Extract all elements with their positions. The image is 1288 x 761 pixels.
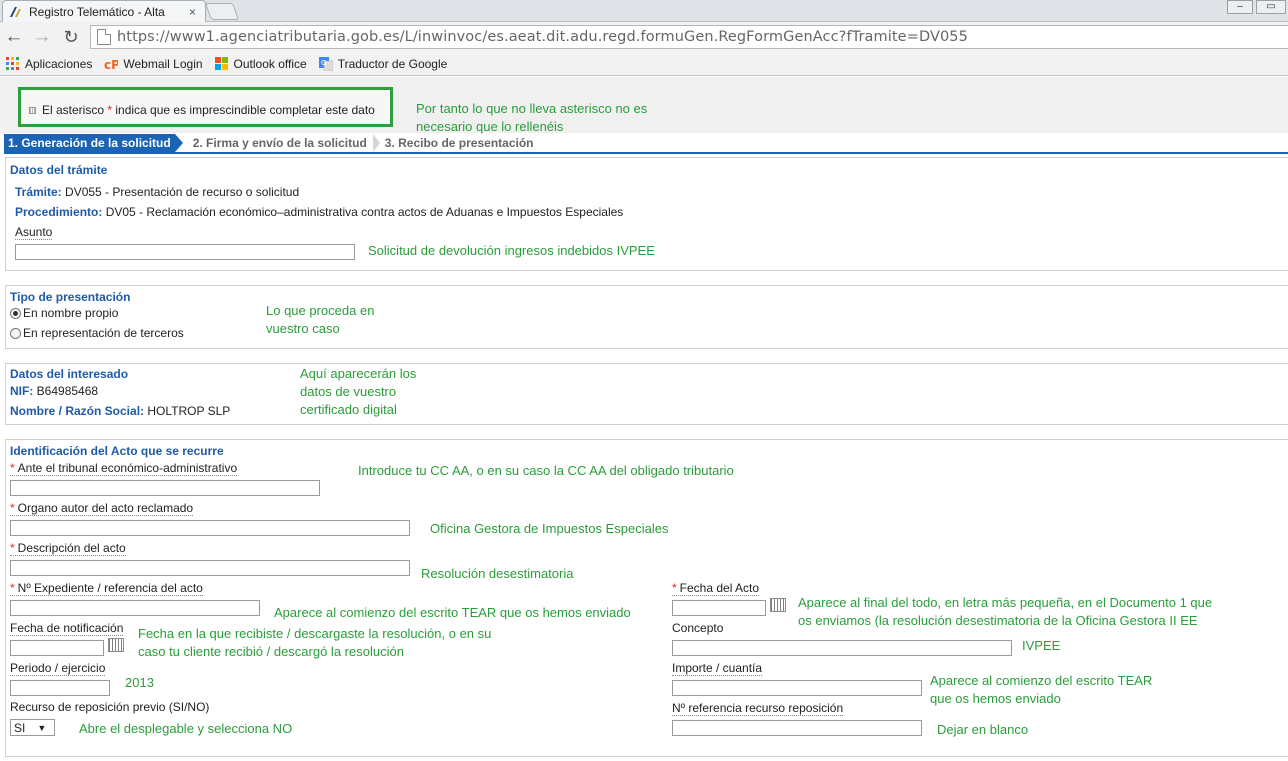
nombre-row: Nombre / Razón Social: HOLTROP SLP [10,404,231,418]
url-input[interactable]: https://www1.agenciatributaria.gob.es/L/… [90,25,1288,49]
bookmark-aplicaciones[interactable]: Aplicaciones [6,56,92,71]
annotation-fecha-acto-1: Aparece al final del todo, en letra más … [798,595,1213,610]
agencia-tributaria-favicon-icon [10,6,21,17]
bookmark-traductor-google[interactable]: G Traductor de Google [318,56,447,71]
step-generacion: 1. Generación de la solicitud [4,134,183,152]
annotation-organo: Oficina Gestora de Impuestos Especiales [430,521,669,536]
required-notice-highlight: El asterisco * indica que es imprescindi… [18,87,393,127]
annotation-tipo-1: Lo que proceda en [266,303,375,318]
referencia-label: Nº referencia recurso reposición [672,701,844,716]
bookmarks-bar: Aplicaciones cP Webmail Login Outlook of… [0,52,1288,76]
annotation-periodo: 2013 [125,675,154,690]
url-text: https://www1.agenciatributaria.gob.es/L/… [117,29,968,45]
concepto-input[interactable] [672,640,1012,656]
radio-checked-icon[interactable] [10,307,21,319]
notificacion-label: Fecha de notificación [10,621,124,636]
dropdown-arrow-icon: ▼ [37,722,47,733]
annotation-concepto: IVPEE [1022,638,1061,653]
restore-icon[interactable]: ▭ [1256,0,1286,14]
annotation-fecha-acto-2: os enviamos (la resolución desestimatori… [798,613,1198,628]
svg-text:G: G [321,59,326,67]
periodo-label: Periodo / ejercicio [10,661,106,676]
section-title-acto: Identificación del Acto que se recurre [10,444,224,458]
recurso-label: Recurso de reposición previo (SI/NO) [10,700,210,714]
tab-title: Registro Telemático - Alta [29,4,165,19]
descripcion-label: * Descripción del acto [10,541,126,556]
annotation-tipo-2: vuestro caso [266,321,340,336]
back-arrow-icon[interactable]: ← [2,26,26,48]
bullet-icon [29,106,36,114]
apps-grid-icon [6,56,19,70]
new-tab-button[interactable] [204,3,240,20]
annotation-importe-2: que os hemos enviado [930,691,1061,706]
descripcion-input[interactable] [10,560,410,576]
annotation-asunto: Solicitud de devolución ingresos indebid… [368,243,655,258]
minimize-icon[interactable]: – [1227,0,1253,14]
required-notice: El asterisco * indica que es imprescindi… [29,103,375,117]
reload-icon[interactable]: ↻ [59,26,83,48]
annotation-interesado-1: Aquí aparecerán los [300,366,417,381]
svg-text:cP: cP [104,58,118,71]
radio-unchecked-icon[interactable] [10,327,21,339]
fecha-acto-date-input[interactable] [672,600,766,616]
bookmark-outlook-office[interactable]: Outlook office [214,56,307,71]
annotation-importe-1: Aparece al comienzo del escrito TEAR [930,673,1153,688]
calendar-icon[interactable] [108,638,124,652]
asunto-label: Asunto [15,225,53,240]
annotation-asterisk-1: Por tanto lo que no lleva asterisco no e… [416,101,648,116]
annotation-recurso: Abre el desplegable y selecciona NO [79,721,293,736]
organo-label: * Organo autor del acto reclamado [10,501,194,516]
page-content: El asterisco * indica que es imprescindi… [0,77,1288,761]
radio-representacion[interactable]: En representación de terceros [10,326,184,340]
section-title-tipo: Tipo de presentación [10,290,131,304]
expediente-input[interactable] [10,600,260,616]
fecha-acto-label: * Fecha del Acto [672,581,760,596]
procedimiento-row: Procedimiento: DV05 - Reclamación económ… [15,205,624,219]
browser-tab[interactable]: Registro Telemático - Alta × [2,0,206,22]
nif-row: NIF: B64985468 [10,384,99,398]
recurso-select[interactable]: SI ▼ [10,719,55,736]
forward-arrow-icon[interactable]: → [30,26,54,48]
periodo-input[interactable] [10,680,110,696]
section-title-tramite: Datos del trámite [10,163,108,177]
annotation-expediente: Aparece al comienzo del escrito TEAR que… [274,605,631,620]
microsoft-icon [214,56,228,70]
referencia-input[interactable] [672,720,922,736]
section-tipo-presentacion [5,285,1288,349]
step-recibo: 3. Recibo de presentación [372,134,540,152]
page-info-icon[interactable] [97,29,111,45]
organo-input[interactable] [10,520,410,536]
asunto-input[interactable] [15,244,355,260]
annotation-interesado-2: datos de vuestro [300,384,397,399]
importe-input[interactable] [672,680,922,696]
address-bar-row: ← → ↻ https://www1.agenciatributaria.gob… [0,22,1288,52]
tab-close-icon[interactable]: × [189,5,199,19]
importe-label: Importe / cuantía [672,661,763,676]
step-firma: 2. Firma y envío de la solicitud [192,136,367,150]
annotation-referencia: Dejar en blanco [937,722,1029,737]
expediente-label: * Nº Expediente / referencia del acto [10,581,203,596]
google-translate-icon: G [318,56,333,71]
annotation-interesado-3: certificado digital [300,402,397,417]
calendar-icon[interactable] [770,598,786,612]
concepto-label: Concepto [672,621,724,635]
steps-underline [4,152,1288,154]
radio-nombre-propio[interactable]: En nombre propio [10,306,118,320]
annotation-notificacion-2: caso tu cliente recibió / descargó la re… [138,644,404,659]
tribunal-input[interactable] [10,480,320,496]
bookmark-webmail-login[interactable]: cP Webmail Login [104,57,202,71]
cpanel-icon: cP [104,58,118,71]
annotation-descripcion: Resolución desestimatoria [421,566,574,581]
wizard-steps: 1. Generación de la solicitud 2. Firma y… [4,134,540,152]
annotation-notificacion-1: Fecha en la que recibiste / descargaste … [138,626,492,641]
annotation-tribunal: Introduce tu CC AA, o en su caso la CC A… [358,463,734,478]
section-title-interesado: Datos del interesado [10,367,129,381]
tribunal-label: * Ante el tribunal económico-administrati… [10,461,238,476]
notificacion-date-input[interactable] [10,640,104,656]
tramite-row: Trámite: DV055 - Presentación de recurso… [15,185,300,199]
browser-tab-bar: Registro Telemático - Alta × – ▭ [0,0,1288,22]
